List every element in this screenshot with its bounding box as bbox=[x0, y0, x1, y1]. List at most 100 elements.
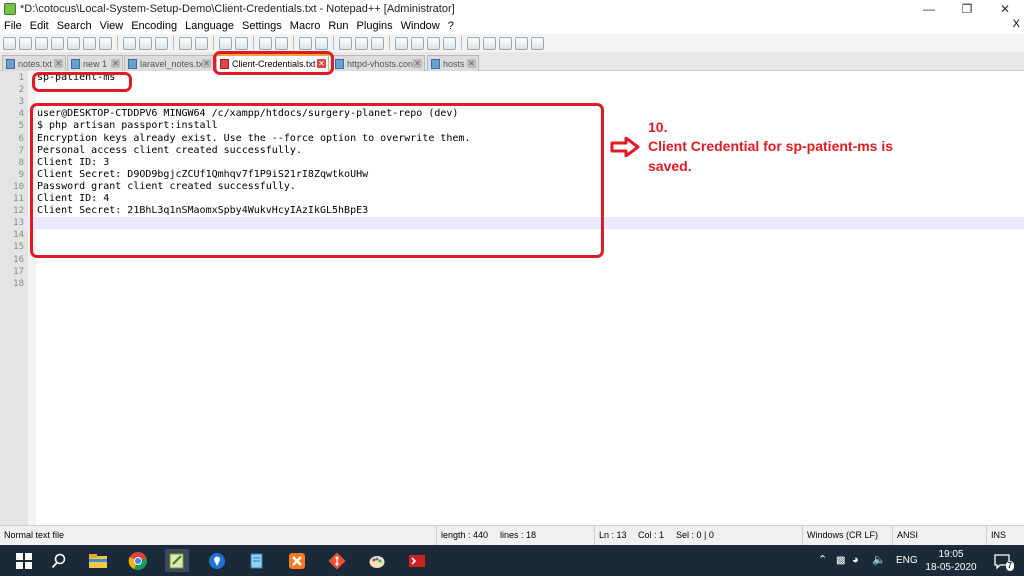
close-document-button[interactable]: X bbox=[1013, 18, 1020, 30]
status-file-type: Normal text file bbox=[4, 530, 65, 540]
toolbar-separator bbox=[253, 36, 254, 50]
show-hidden-icons-icon[interactable]: ⌃ bbox=[818, 545, 827, 576]
function-list-icon[interactable] bbox=[411, 36, 424, 50]
start-icon[interactable] bbox=[12, 549, 36, 572]
line-number: 16 bbox=[13, 254, 24, 265]
tab-close-icon[interactable]: ✕ bbox=[111, 59, 120, 68]
terminal-icon[interactable] bbox=[405, 549, 429, 572]
open-file-icon[interactable] bbox=[19, 36, 32, 50]
document-icon bbox=[6, 58, 15, 69]
status-line-number: Ln : 13 bbox=[594, 526, 634, 545]
save-icon[interactable] bbox=[35, 36, 48, 50]
line-number: 9 bbox=[18, 169, 24, 180]
show-all-characters-icon[interactable] bbox=[355, 36, 368, 50]
network-icon[interactable]: ▩ bbox=[836, 545, 845, 576]
document-icon bbox=[431, 58, 440, 69]
save-all-icon[interactable] bbox=[51, 36, 64, 50]
tab-hosts[interactable]: hosts ✕ bbox=[427, 55, 479, 71]
tab-close-icon[interactable]: ✕ bbox=[54, 59, 63, 68]
save-macro-icon[interactable] bbox=[531, 36, 544, 50]
menu-file[interactable]: File bbox=[0, 20, 26, 32]
tab-httpd-vhosts[interactable]: httpd-vhosts.conf ✕ bbox=[331, 55, 425, 71]
wifi-icon[interactable]: ◕ bbox=[852, 545, 859, 576]
line-number: 6 bbox=[18, 133, 24, 144]
replace-icon[interactable] bbox=[235, 36, 248, 50]
minimize-button[interactable]: — bbox=[910, 0, 948, 18]
tab-notes[interactable]: notes.txt ✕ bbox=[2, 55, 66, 71]
close-button[interactable]: ✕ bbox=[986, 0, 1024, 18]
sync-vertical-icon[interactable] bbox=[299, 36, 312, 50]
document-icon bbox=[335, 58, 344, 69]
monitoring-icon[interactable] bbox=[443, 36, 456, 50]
menu-settings[interactable]: Settings bbox=[238, 20, 286, 32]
tab-close-icon[interactable]: ✕ bbox=[413, 59, 422, 68]
editor-line[interactable]: 18 bbox=[0, 278, 1024, 290]
line-number: 18 bbox=[13, 278, 24, 289]
new-file-icon[interactable] bbox=[3, 36, 16, 50]
paste-icon[interactable] bbox=[155, 36, 168, 50]
annotation-callout: 10. Client Credential for sp-patient-ms … bbox=[610, 118, 930, 176]
volume-icon[interactable]: 🔈 bbox=[872, 545, 886, 576]
toolbar-separator bbox=[333, 36, 334, 50]
menu-macro[interactable]: Macro bbox=[286, 20, 325, 32]
menu-language[interactable]: Language bbox=[181, 20, 238, 32]
document-icon bbox=[71, 58, 80, 69]
menu-edit[interactable]: Edit bbox=[26, 20, 53, 32]
xampp-icon[interactable] bbox=[285, 549, 309, 572]
redo-icon[interactable] bbox=[195, 36, 208, 50]
menu-help[interactable]: ? bbox=[444, 20, 458, 32]
indent-guide-icon[interactable] bbox=[371, 36, 384, 50]
menu-view[interactable]: View bbox=[96, 20, 128, 32]
close-file-icon[interactable] bbox=[67, 36, 80, 50]
menu-encoding[interactable]: Encoding bbox=[127, 20, 181, 32]
tab-new-1[interactable]: new 1 ✕ bbox=[67, 55, 123, 71]
highlight-box-title bbox=[32, 72, 132, 92]
line-number: 2 bbox=[18, 85, 24, 96]
editor-line[interactable]: 1 sp-patient-ms bbox=[0, 72, 1024, 84]
maximize-button[interactable]: ❐ bbox=[948, 0, 986, 18]
language-indicator[interactable]: ENG bbox=[896, 545, 918, 576]
document-map-icon[interactable] bbox=[395, 36, 408, 50]
close-all-icon[interactable] bbox=[83, 36, 96, 50]
status-encoding[interactable]: ANSI bbox=[892, 526, 986, 545]
find-icon[interactable] bbox=[219, 36, 232, 50]
status-eol[interactable]: Windows (CR LF) bbox=[802, 526, 892, 545]
tab-close-icon[interactable]: ✕ bbox=[202, 59, 211, 68]
chrome-icon[interactable] bbox=[126, 549, 150, 572]
menu-plugins[interactable]: Plugins bbox=[353, 20, 397, 32]
cut-icon[interactable] bbox=[123, 36, 136, 50]
word-wrap-icon[interactable] bbox=[339, 36, 352, 50]
zoom-in-icon[interactable] bbox=[259, 36, 272, 50]
clock[interactable]: 19:05 18-05-2020 bbox=[918, 548, 984, 574]
tab-label: notes.txt bbox=[18, 58, 53, 69]
search-icon[interactable] bbox=[47, 549, 71, 572]
zoom-out-icon[interactable] bbox=[275, 36, 288, 50]
menu-window[interactable]: Window bbox=[397, 20, 444, 32]
copy-icon[interactable] bbox=[139, 36, 152, 50]
tab-label: laravel_notes.txt bbox=[140, 58, 206, 69]
sync-horizontal-icon[interactable] bbox=[315, 36, 328, 50]
play-macro-icon[interactable] bbox=[499, 36, 512, 50]
notepad-icon[interactable] bbox=[245, 549, 269, 572]
menu-search[interactable]: Search bbox=[53, 20, 96, 32]
notification-center-icon[interactable]: 7 bbox=[990, 549, 1014, 572]
record-macro-icon[interactable] bbox=[467, 36, 480, 50]
maps-icon[interactable] bbox=[205, 549, 229, 572]
run-macro-multiple-icon[interactable] bbox=[515, 36, 528, 50]
file-explorer-icon[interactable] bbox=[86, 549, 110, 572]
tab-laravel-notes[interactable]: laravel_notes.txt ✕ bbox=[124, 55, 214, 71]
editor-line[interactable]: 17 bbox=[0, 266, 1024, 278]
line-number: 13 bbox=[0, 217, 24, 230]
menu-run[interactable]: Run bbox=[324, 20, 352, 32]
stop-recording-icon[interactable] bbox=[483, 36, 496, 50]
folder-workspace-icon[interactable] bbox=[427, 36, 440, 50]
editor-line[interactable]: 2 bbox=[0, 84, 1024, 96]
annotation-step-number: 10. bbox=[648, 119, 668, 135]
print-icon[interactable] bbox=[99, 36, 112, 50]
tab-close-icon[interactable]: ✕ bbox=[467, 59, 476, 68]
git-icon[interactable] bbox=[325, 549, 349, 572]
notepadpp-icon[interactable] bbox=[165, 549, 189, 572]
status-bar: Normal text file length : 440 lines : 18… bbox=[0, 525, 1024, 545]
undo-icon[interactable] bbox=[179, 36, 192, 50]
paint-icon[interactable] bbox=[365, 549, 389, 572]
